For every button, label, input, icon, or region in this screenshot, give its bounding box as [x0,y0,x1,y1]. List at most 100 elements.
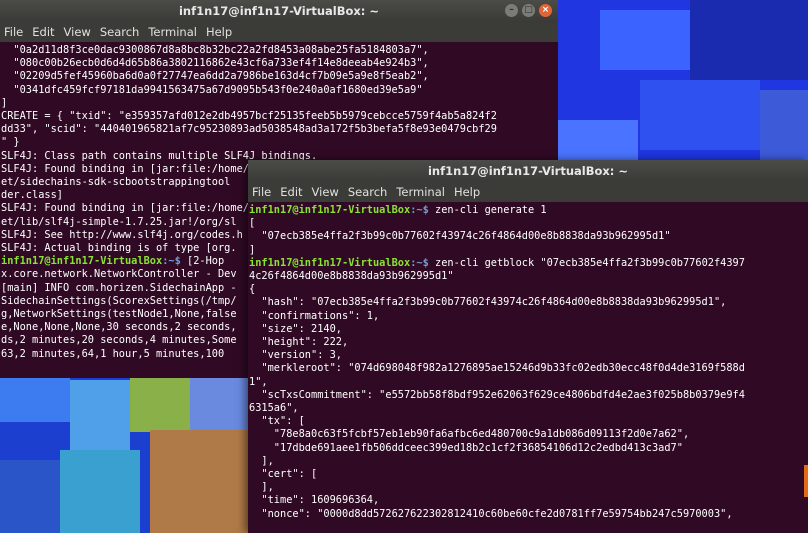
line-text: 1", [249,375,268,388]
terminal-line: "hash": "07ecb385e4ffa2f3b99c0b77602f439… [249,296,808,309]
line-text: et/sidechains-sdk-scbootstrappingtool [1,176,231,189]
terminal-titlebar[interactable]: inf1n17@inf1n17-VirtualBox: ~ – □ × [0,0,558,22]
terminal-line: "78e8a0c63f5fcbf57eb1eb90fa6afbc6ed48070… [249,428,808,441]
menu-search[interactable]: Search [348,185,388,199]
line-text: CREATE = { "txid": "e359357afd012e2db495… [1,110,497,123]
window-title: inf1n17@inf1n17-VirtualBox: ~ [178,4,380,18]
menu-view[interactable]: View [64,25,91,39]
menu-file[interactable]: File [252,185,271,199]
terminal-titlebar[interactable]: inf1n17@inf1n17-VirtualBox: ~ [248,160,808,182]
scrollbar-thumb[interactable] [804,465,808,497]
line-text: ], [249,454,274,467]
close-icon[interactable]: × [539,4,552,17]
terminal-line: inf1n17@inf1n17-VirtualBox:~$ zen-cli ge… [249,204,808,217]
terminal-window-front[interactable]: inf1n17@inf1n17-VirtualBox: ~ File Edit Vi… [248,160,808,533]
terminal-line: "0a2d11d8f3ce0dac9300867d8a8bc8b32bc22a2… [1,44,558,57]
terminal-line: "tx": [ [249,415,808,428]
terminal-line: CREATE = { "txid": "e359357afd012e2db495… [1,110,558,123]
terminal-line: "cert": [ [249,468,808,481]
line-text: [2-Hop [180,255,225,268]
line-text: "height": 222, [249,336,349,349]
line-text: "02209d5fef45960ba6d0a0f27747ea6dd2a7986… [1,70,429,83]
line-text: ] [249,243,256,256]
minimize-icon[interactable]: – [505,4,518,17]
terminal-line: 1", [249,376,808,389]
prompt-path: :~$ [410,256,429,269]
terminal-line: dd33", "scid": "440401965821af7c95230893… [1,123,558,136]
menu-edit[interactable]: Edit [280,185,302,199]
prompt-user-host: inf1n17@inf1n17-VirtualBox [249,204,411,216]
line-text: "hash": "07ecb385e4ffa2f3b99c0b77602f439… [249,296,727,309]
line-text: zen-cli getblock "07ecb385e4ffa2f3b99c0b… [428,256,745,269]
menu-terminal[interactable]: Terminal [148,25,197,39]
window-title: inf1n17@inf1n17-VirtualBox: ~ [427,164,629,178]
terminal-line: "height": 222, [249,336,808,349]
line-text: "080c00b26ecb0d6d4d65b86a3802116862e43cf… [1,57,429,70]
terminal-line: "size": 2140, [249,323,808,336]
terminal-line: 4c26f4864d00e8b8838da93b962995d1" [249,270,808,283]
line-text: "scTxsCommitment": "e5572bb58f8bdf952e62… [249,388,745,401]
terminal-line: ], [249,481,808,494]
menu-help[interactable]: Help [454,185,480,199]
menu-terminal[interactable]: Terminal [396,185,445,199]
menu-view[interactable]: View [312,185,339,199]
line-text: "17dbde691aee1fb506ddceec399ed18b2c1cf2f… [249,441,683,454]
line-text: "nonce": "0000d8dd572627622302812410c60b… [249,507,733,520]
line-text: " } [1,136,20,149]
prompt-path: :~$ [162,255,181,268]
terminal-line: " } [1,136,558,149]
terminal-line: "080c00b26ecb0d6d4d65b86a3802116862e43cf… [1,57,558,70]
line-text: dd33", "scid": "440401965821af7c95230893… [1,123,497,136]
terminal-line: "nonce": "0000d8dd572627622302812410c60b… [249,508,808,521]
terminal-line: "07ecb385e4ffa2f3b99c0b77602f43974c26f48… [249,230,808,243]
line-text: der.class] [1,189,63,202]
terminal-line: { [249,283,808,296]
line-text: ds,2 minutes,20 seconds,4 minutes,Some [1,334,237,347]
line-text: "tx": [ [249,415,305,428]
line-text: e,None,None,None,30 seconds,2 seconds, [1,321,237,334]
line-text: SLF4J: Found binding in [jar:file:/home/ [1,162,249,175]
terminal-line: "time": 1609696364, [249,494,808,507]
terminal-line: "scTxsCommitment": "e5572bb58f8bdf952e62… [249,389,808,402]
terminal-line: "merkleroot": "074d698048f982a1276895ae1… [249,362,808,375]
line-text: SLF4J: Actual binding is of type [org. [1,242,237,255]
line-text: SLF4J: See http://www.slf4j.org/codes.h [1,228,243,241]
line-text: "0341dfc459fcf97181da9941563475a67d9095b… [1,83,423,96]
menu-edit[interactable]: Edit [32,25,54,39]
line-text: "size": 2140, [249,322,342,335]
terminal-line: ] [1,97,558,110]
prompt-user-host: inf1n17@inf1n17-VirtualBox [1,255,163,268]
line-text: 63,2 minutes,64,1 hour,5 minutes,100 [1,347,225,360]
line-text: { [249,283,256,296]
terminal-line: "confirmations": 1, [249,310,808,323]
terminal-line: "version": 3, [249,349,808,362]
terminal-output[interactable]: inf1n17@inf1n17-VirtualBox:~$ zen-cli ge… [248,202,808,533]
menu-help[interactable]: Help [206,25,232,39]
menu-file[interactable]: File [4,25,23,39]
line-text: et/lib/slf4j-simple-1.7.25.jar!/org/sl [1,215,237,228]
menu-search[interactable]: Search [100,25,140,39]
line-text: "confirmations": 1, [249,309,380,322]
line-text: "merkleroot": "074d698048f982a1276895ae1… [249,362,745,375]
maximize-icon[interactable]: □ [522,4,535,17]
prompt-user-host: inf1n17@inf1n17-VirtualBox [249,256,411,269]
terminal-line: ], [249,455,808,468]
line-text: 6315a6", [249,402,299,415]
line-text: "time": 1609696364, [249,494,380,507]
terminal-line: [ [249,217,808,230]
line-text: x.core.network.NetworkController - Dev [1,268,237,281]
line-text: "0a2d11d8f3ce0dac9300867d8a8bc8b32bc22a2… [1,44,429,56]
terminal-line: ] [249,244,808,257]
line-text: "cert": [ [249,468,318,481]
line-text: "version": 3, [249,349,342,362]
line-text: 4c26f4864d00e8b8838da93b962995d1" [249,270,454,283]
terminal-line: "17dbde691aee1fb506ddceec399ed18b2c1cf2f… [249,442,808,455]
line-text: ], [249,481,274,494]
line-text: g,NetworkSettings(testNode1,None,false [1,308,237,321]
prompt-path: :~$ [410,204,429,216]
terminal-line: "0341dfc459fcf97181da9941563475a67d9095b… [1,84,558,97]
menu-bar: File Edit View Search Terminal Help [0,22,558,42]
line-text: SLF4J: Found binding in [jar:file:/home/ [1,202,249,215]
line-text: "78e8a0c63f5fcbf57eb1eb90fa6afbc6ed48070… [249,428,690,441]
line-text: [ [249,217,256,230]
